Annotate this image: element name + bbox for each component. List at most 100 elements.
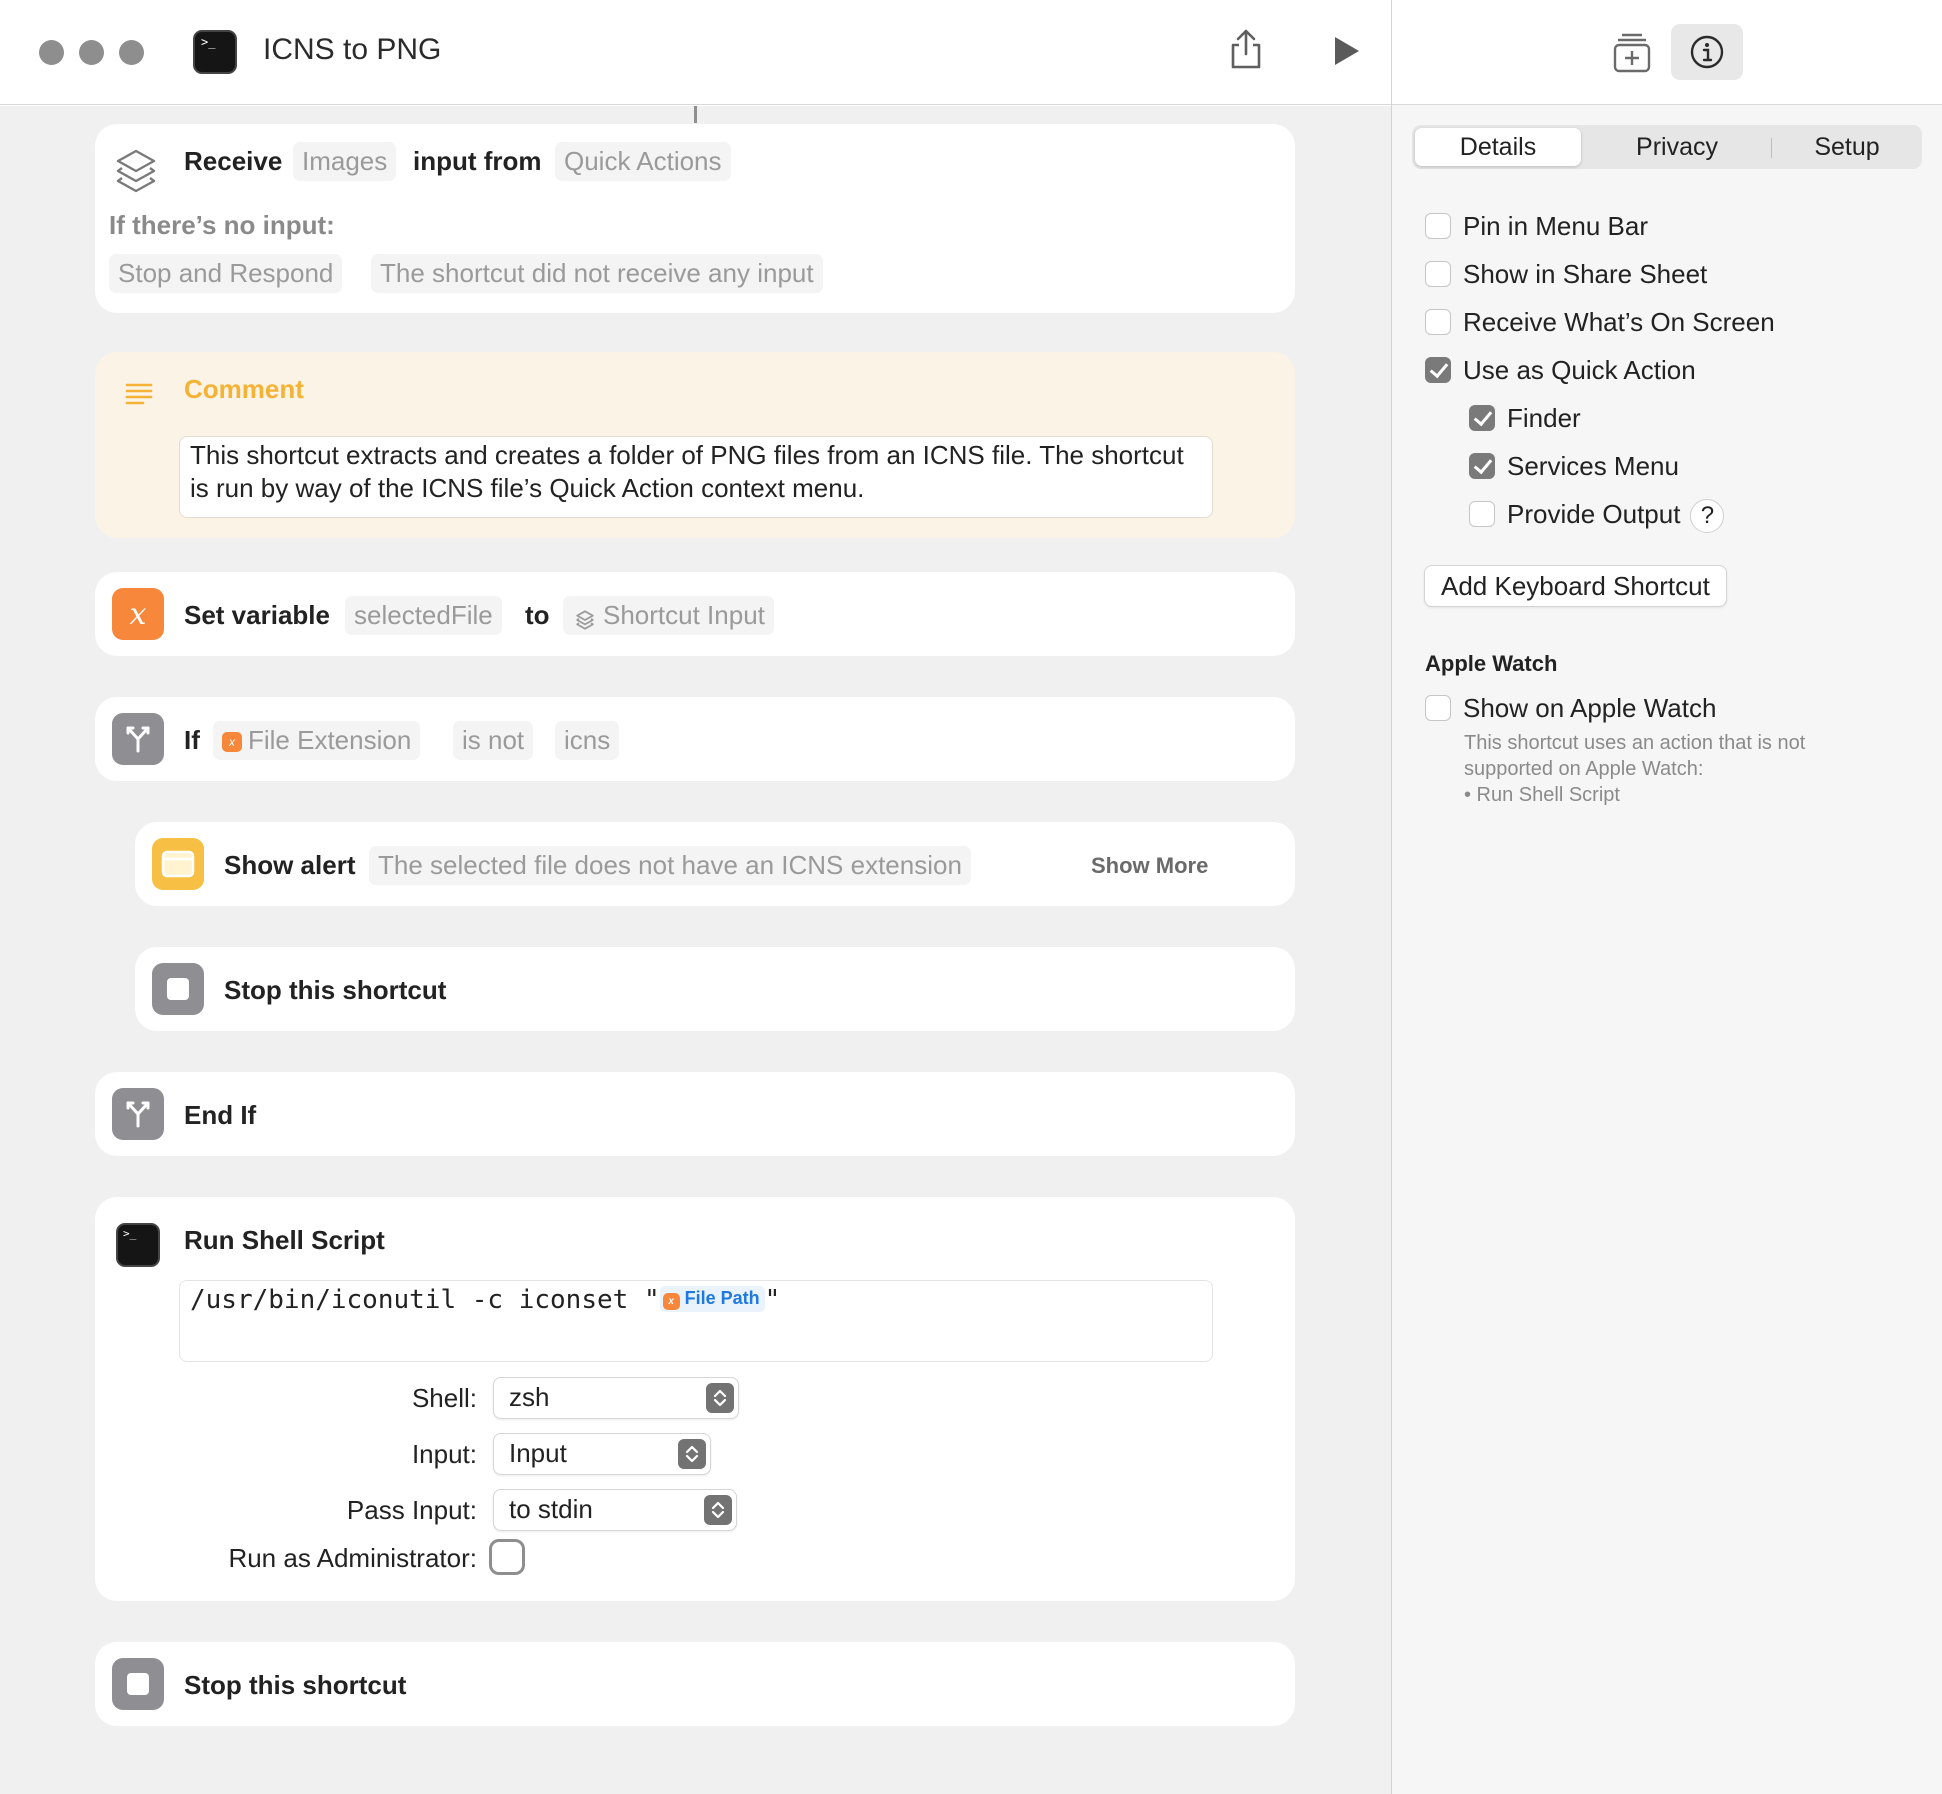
variable-badge-icon: x	[662, 1293, 680, 1310]
shell-value: zsh	[509, 1382, 550, 1412]
pass-input-label: Pass Input:	[346, 1495, 477, 1525]
shortcut-input-label: Shortcut Input	[603, 600, 765, 630]
pin-menu-bar-checkbox[interactable]	[1425, 213, 1451, 239]
add-keyboard-shortcut-button[interactable]: Add Keyboard Shortcut	[1424, 565, 1727, 607]
comment-title: Comment	[184, 374, 304, 404]
note-line: • Run Shell Script	[1464, 784, 1620, 806]
shortcut-editor: Receive Images input from Quick Actions …	[0, 106, 1391, 1794]
finder-checkbox[interactable]	[1469, 405, 1495, 431]
branch-icon	[112, 1088, 164, 1140]
stop-icon	[152, 963, 204, 1015]
stop-final-action-card[interactable]: Stop this shortcut	[95, 1642, 1295, 1726]
file-path-label: File Path	[684, 1288, 760, 1308]
option-show-share-sheet[interactable]: Show in Share Sheet	[1425, 258, 1707, 290]
option-label: Show on Apple Watch	[1463, 693, 1717, 723]
comment-lines-icon	[125, 382, 153, 411]
branch-icon	[112, 713, 164, 765]
option-label: Receive What’s On Screen	[1463, 307, 1775, 337]
zoom-window-button[interactable]	[119, 40, 144, 65]
input-source-token[interactable]: Quick Actions	[555, 142, 731, 181]
share-icon[interactable]	[1228, 28, 1264, 75]
show-alert-title: Show alert	[224, 850, 356, 880]
alert-message-token[interactable]: The selected file does not have an ICNS …	[369, 846, 971, 885]
file-extension-label: File Extension	[248, 725, 412, 755]
chevron-updown-icon	[704, 1495, 732, 1525]
no-input-response-token[interactable]: The shortcut did not receive any input	[371, 254, 823, 293]
title-bar: >_ ICNS to PNG	[0, 0, 1391, 105]
window-title: ICNS to PNG	[263, 33, 442, 66]
end-if-action-card[interactable]: End If	[95, 1072, 1295, 1156]
services-menu-checkbox[interactable]	[1469, 453, 1495, 479]
set-variable-action-card[interactable]: x Set variable selectedFile to Shortcut …	[95, 572, 1295, 656]
input-select[interactable]: Input	[493, 1433, 711, 1475]
set-variable-title: Set variable	[184, 600, 330, 630]
comment-text-field[interactable]: This shortcut extracts and creates a fol…	[179, 436, 1213, 518]
chevron-updown-icon	[678, 1439, 706, 1469]
option-receive-on-screen[interactable]: Receive What’s On Screen	[1425, 306, 1775, 338]
variable-name-token[interactable]: selectedFile	[345, 596, 502, 635]
input-type-token[interactable]: Images	[293, 142, 397, 181]
provide-output-checkbox[interactable]	[1469, 501, 1495, 527]
option-label: Use as Quick Action	[1463, 355, 1696, 385]
option-services-menu[interactable]: Services Menu	[1469, 450, 1679, 482]
tab-setup[interactable]: Setup	[1777, 125, 1917, 169]
pass-input-value: to stdin	[509, 1494, 593, 1524]
run-as-admin-checkbox[interactable]	[489, 1539, 525, 1575]
end-if-title: End If	[184, 1100, 257, 1130]
flow-connector	[694, 106, 697, 123]
run-play-icon[interactable]	[1333, 35, 1361, 72]
show-more-button[interactable]: Show More	[1091, 853, 1208, 879]
comment-action-card[interactable]: Comment This shortcut extracts and creat…	[95, 352, 1295, 538]
panel-toolbar	[1392, 0, 1942, 105]
tab-divider	[1771, 138, 1772, 158]
info-icon[interactable]	[1671, 24, 1743, 80]
file-path-variable-token[interactable]: x File Path	[659, 1286, 765, 1312]
tab-details[interactable]: Details	[1415, 128, 1581, 166]
option-label: Finder	[1507, 403, 1581, 433]
tab-privacy[interactable]: Privacy	[1592, 125, 1762, 169]
option-show-apple-watch[interactable]: Show on Apple Watch	[1425, 692, 1716, 724]
no-input-label: If there’s no input:	[109, 210, 335, 240]
help-button[interactable]: ?	[1690, 499, 1725, 533]
stop-final-title: Stop this shortcut	[184, 1670, 407, 1700]
action-library-icon[interactable]	[1612, 32, 1652, 79]
option-quick-action[interactable]: Use as Quick Action	[1425, 354, 1696, 386]
script-closing-quote: "	[764, 1285, 781, 1315]
shell-select[interactable]: zsh	[493, 1377, 739, 1419]
compare-value-token[interactable]: icns	[555, 721, 620, 760]
script-command: /usr/bin/iconutil -c iconset "	[190, 1285, 660, 1315]
receive-on-screen-checkbox[interactable]	[1425, 309, 1451, 335]
chevron-updown-icon	[706, 1383, 734, 1413]
apple-watch-checkbox[interactable]	[1425, 695, 1451, 721]
option-finder[interactable]: Finder	[1469, 402, 1581, 434]
file-extension-token[interactable]: x File Extension	[213, 721, 421, 760]
close-window-button[interactable]	[39, 40, 64, 65]
if-action-card[interactable]: If x File Extension is not icns	[95, 697, 1295, 781]
pass-input-select[interactable]: to stdin	[493, 1489, 737, 1531]
run-as-admin-label: Run as Administrator:	[228, 1543, 477, 1573]
run-shell-script-action-card[interactable]: >_ Run Shell Script /usr/bin/iconutil -c…	[95, 1197, 1295, 1601]
stop-inner-action-card[interactable]: Stop this shortcut	[135, 947, 1295, 1031]
receive-verb: Receive	[184, 146, 283, 176]
shortcut-input-icon	[575, 606, 595, 637]
apple-watch-heading: Apple Watch	[1425, 651, 1558, 676]
terminal-icon: >_	[116, 1223, 160, 1267]
option-pin-menu-bar[interactable]: Pin in Menu Bar	[1425, 210, 1648, 242]
shortcut-input-token[interactable]: Shortcut Input	[563, 596, 774, 635]
shell-title: Run Shell Script	[184, 1225, 385, 1255]
minimize-window-button[interactable]	[79, 40, 104, 65]
script-editor[interactable]: /usr/bin/iconutil -c iconset " x File Path…	[179, 1280, 1213, 1362]
option-label: Services Menu	[1507, 451, 1679, 481]
condition-token[interactable]: is not	[453, 721, 534, 760]
show-alert-action-card[interactable]: Show alert The selected file does not ha…	[135, 822, 1295, 906]
if-title: If	[184, 725, 200, 755]
share-sheet-checkbox[interactable]	[1425, 261, 1451, 287]
stop-icon	[112, 1658, 164, 1710]
receive-action-card[interactable]: Receive Images input from Quick Actions …	[95, 124, 1295, 313]
no-input-behavior-token[interactable]: Stop and Respond	[109, 254, 343, 293]
terminal-app-icon: >_	[193, 30, 237, 74]
option-provide-output[interactable]: Provide Output?	[1469, 498, 1725, 533]
quick-action-checkbox[interactable]	[1425, 357, 1451, 383]
variable-x-icon: x	[112, 588, 164, 640]
shell-label: Shell:	[411, 1383, 477, 1413]
